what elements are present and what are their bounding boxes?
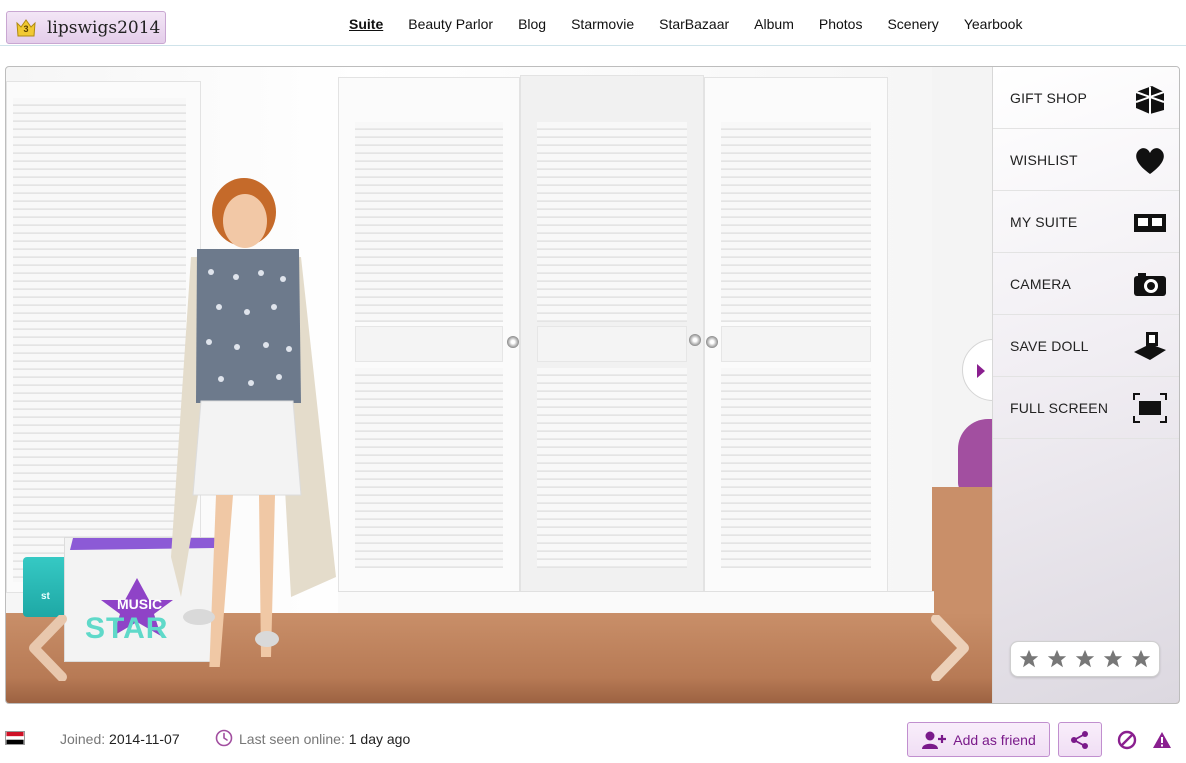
- wardrobe-door-3: [704, 77, 888, 605]
- fullscreen-icon: [1133, 393, 1167, 423]
- nav-album[interactable]: Album: [754, 16, 794, 32]
- star-icon[interactable]: [1046, 648, 1068, 670]
- menu-label: CAMERA: [1010, 275, 1072, 292]
- star-icon[interactable]: [1130, 648, 1152, 670]
- report-warning-icon[interactable]: [1152, 730, 1172, 750]
- nav-scenery[interactable]: Scenery: [887, 16, 938, 32]
- profile-footer: Joined: 2014-11-07 Last seen online: 1 d…: [0, 720, 1186, 760]
- nav-suite[interactable]: Suite: [349, 16, 383, 32]
- star-icon[interactable]: [1074, 648, 1096, 670]
- floor-corner: [932, 487, 992, 615]
- caret-right-icon: [977, 364, 985, 378]
- star-icon[interactable]: [1018, 648, 1040, 670]
- nav-starbazaar[interactable]: StarBazaar: [659, 16, 729, 32]
- joined-date: 2014-11-07: [109, 731, 180, 747]
- nav-photos[interactable]: Photos: [819, 16, 863, 32]
- nav-starmovie[interactable]: Starmovie: [571, 16, 634, 32]
- next-scene-button[interactable]: [926, 614, 972, 682]
- wardrobe-door-1: [338, 77, 520, 605]
- side-menu: GIFT SHOP WISHLIST MY SUITE CAMERA SAVE …: [992, 67, 1179, 703]
- wardrobe-door-2: [520, 75, 704, 603]
- menu-full-screen[interactable]: FULL SCREEN: [993, 377, 1179, 439]
- nav-yearbook[interactable]: Yearbook: [964, 16, 1023, 32]
- bag-text-star: STAR: [85, 612, 169, 645]
- joined-label: Joined:: [60, 731, 106, 747]
- clock-icon: [215, 729, 233, 747]
- level-badge-icon: 3: [14, 16, 38, 40]
- suite-icon: [1134, 214, 1166, 232]
- door-knob: [706, 336, 718, 348]
- menu-gift-shop[interactable]: GIFT SHOP: [993, 67, 1179, 129]
- gift-icon: [1135, 86, 1165, 114]
- camera-icon: [1134, 273, 1166, 296]
- user-badge[interactable]: 3 lipswigs2014: [6, 11, 166, 44]
- last-seen-label: Last seen online:: [239, 731, 345, 747]
- top-bar: 3 lipswigs2014 Suite Beauty Parlor Blog …: [0, 0, 1186, 46]
- add-user-icon: [922, 731, 947, 749]
- menu-my-suite[interactable]: MY SUITE: [993, 191, 1179, 253]
- joined-info: Joined: 2014-11-07: [60, 731, 180, 747]
- menu-label: GIFT SHOP: [1010, 89, 1087, 106]
- share-button[interactable]: [1058, 722, 1102, 757]
- menu-toggle-button[interactable]: [962, 339, 996, 401]
- suite-stage: st MUSIC STAR GIFT SHOP WISHLIST MY SUIT…: [5, 66, 1180, 704]
- door-knob: [507, 336, 519, 348]
- menu-label: SAVE DOLL: [1010, 337, 1089, 354]
- chevron-left-icon: [29, 614, 67, 682]
- menu-save-doll[interactable]: SAVE DOLL: [993, 315, 1179, 377]
- save-doll-icon: [1134, 332, 1166, 360]
- add-friend-label: Add as friend: [953, 731, 1036, 748]
- add-friend-button[interactable]: Add as friend: [907, 722, 1050, 757]
- level-number: 3: [23, 23, 29, 34]
- block-user-icon[interactable]: [1117, 730, 1137, 750]
- menu-wishlist[interactable]: WISHLIST: [993, 129, 1179, 191]
- menu-label: WISHLIST: [1010, 151, 1078, 168]
- menu-camera[interactable]: CAMERA: [993, 253, 1179, 315]
- doll-avatar: [171, 177, 341, 677]
- last-seen-info: Last seen online: 1 day ago: [239, 731, 410, 747]
- rating-widget: [1010, 641, 1160, 677]
- wall-ledge: [338, 591, 934, 613]
- star-icon[interactable]: [1102, 648, 1124, 670]
- bed-pillow: [958, 419, 992, 493]
- hat-box-label: st: [41, 591, 50, 602]
- main-nav: Suite Beauty Parlor Blog Starmovie StarB…: [349, 16, 1022, 32]
- previous-scene-button[interactable]: [26, 614, 72, 682]
- menu-label: MY SUITE: [1010, 213, 1078, 230]
- bag-text-music: MUSIC: [117, 596, 163, 612]
- menu-label: FULL SCREEN: [1010, 399, 1109, 416]
- username: lipswigs2014: [47, 17, 161, 38]
- country-flag-icon: [5, 731, 25, 745]
- door-knob: [689, 334, 701, 346]
- last-seen-value: 1 day ago: [348, 731, 411, 747]
- nav-blog[interactable]: Blog: [518, 16, 546, 32]
- nav-beauty-parlor[interactable]: Beauty Parlor: [408, 16, 493, 32]
- heart-icon: [1136, 148, 1164, 174]
- chevron-right-icon: [931, 614, 969, 682]
- share-icon: [1071, 730, 1088, 749]
